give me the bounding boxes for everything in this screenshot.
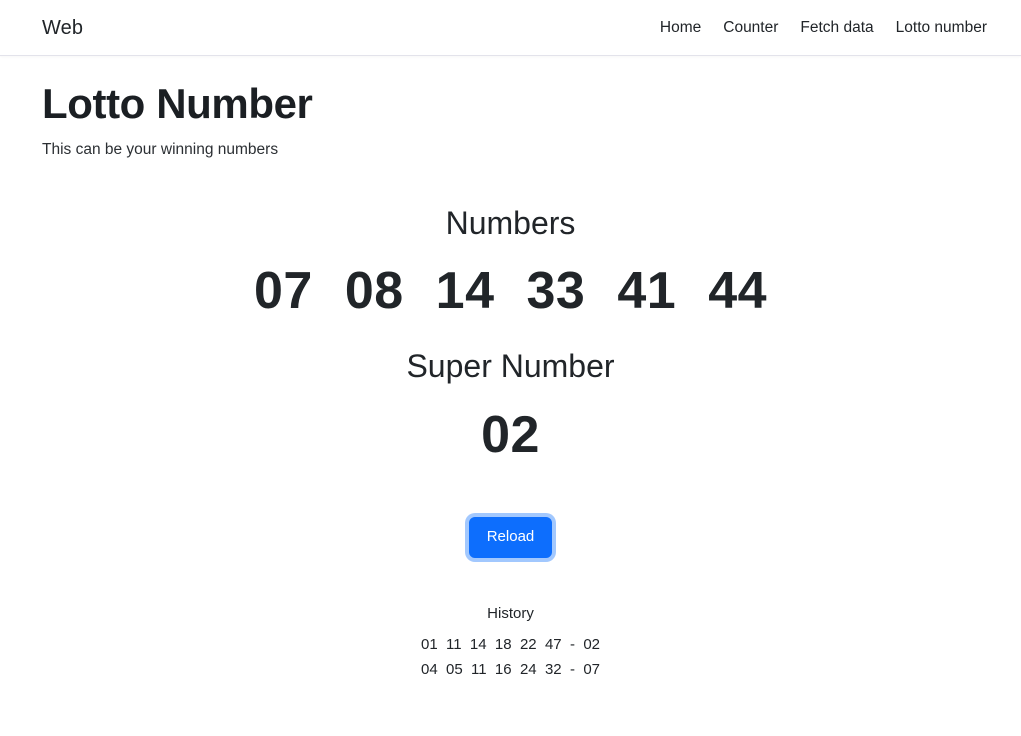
lotto-number: 33: [526, 261, 586, 320]
lotto-number: 41: [617, 261, 677, 320]
page-header: Lotto Number This can be your winning nu…: [0, 56, 1021, 160]
page-subtitle: This can be your winning numbers: [42, 141, 279, 159]
history-title: History: [487, 604, 534, 622]
reload-button-container: Reload: [0, 517, 1021, 558]
lotto-result-panel: Numbers 07 08 14 33 41 44 Super Number 0…: [0, 204, 1021, 681]
numbers-label: Numbers: [445, 205, 576, 242]
history-row: 01 11 14 18 22 47 - 02: [420, 636, 601, 654]
history-list: 01 11 14 18 22 47 - 02 04 05 11 16 24 32…: [0, 633, 1021, 682]
brand-link[interactable]: Web: [42, 18, 83, 38]
history-row: 04 05 11 16 24 32 - 07: [420, 660, 601, 678]
lotto-number: 08: [344, 261, 404, 320]
page-title: Lotto Number: [42, 80, 313, 127]
nav-link-fetch-data[interactable]: Fetch data: [800, 20, 873, 36]
lotto-number: 07: [253, 261, 313, 320]
lotto-number: 14: [435, 261, 495, 320]
lotto-number: 44: [708, 261, 768, 320]
super-number-label: Super Number: [406, 347, 615, 384]
nav-link-lotto-number[interactable]: Lotto number: [896, 20, 987, 36]
super-number-value: 02: [481, 406, 540, 465]
main-nav: Home Counter Fetch data Lotto number: [660, 20, 987, 36]
nav-link-counter[interactable]: Counter: [723, 20, 778, 36]
reload-button[interactable]: Reload: [468, 517, 553, 558]
history-section: History 01 11 14 18 22 47 - 02 04 05 11 …: [0, 604, 1021, 682]
top-navigation-bar: Web Home Counter Fetch data Lotto number: [0, 0, 1021, 56]
lotto-numbers-row: 07 08 14 33 41 44: [0, 265, 1021, 317]
nav-link-home[interactable]: Home: [660, 20, 701, 36]
